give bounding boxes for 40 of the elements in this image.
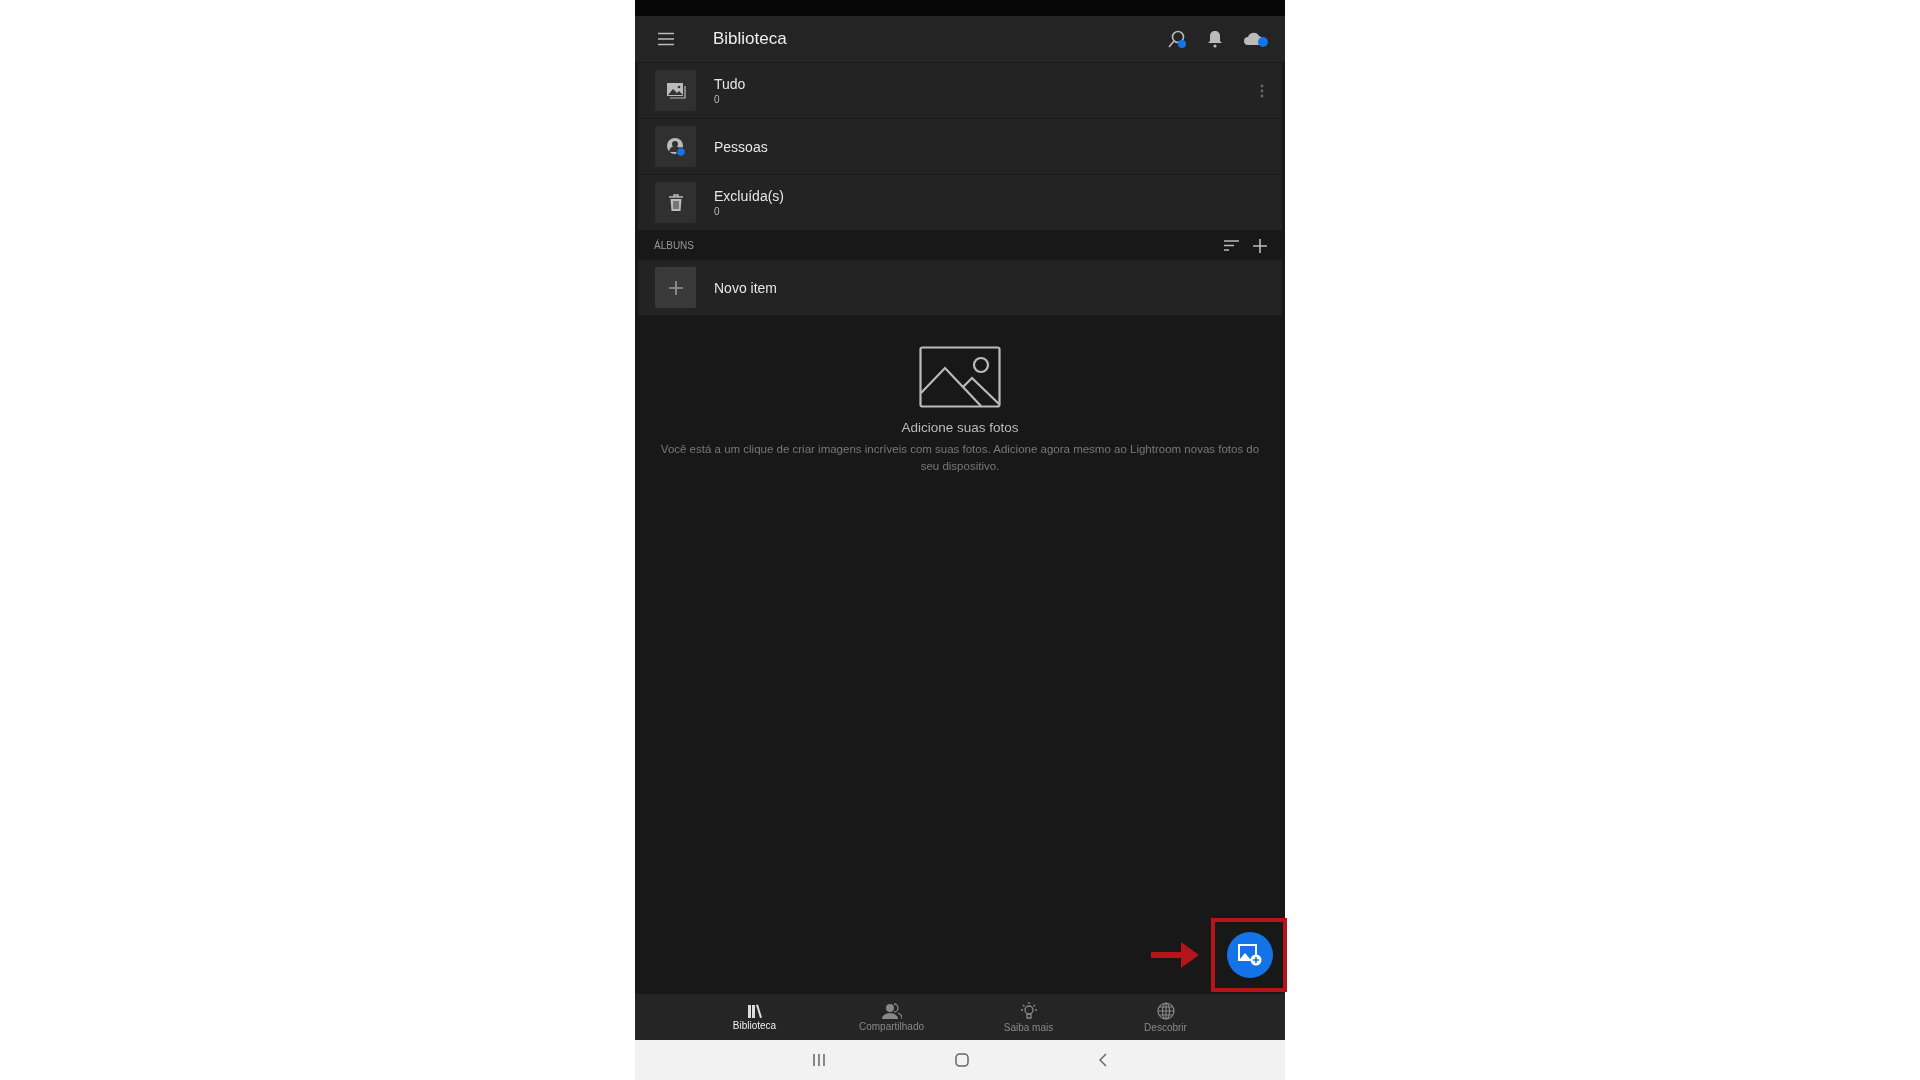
nav-tab[interactable]: Compartilhado (823, 994, 960, 1040)
nav-tab[interactable]: Saiba mais (960, 994, 1097, 1040)
image-placeholder-icon (919, 346, 1001, 408)
back-icon[interactable] (1099, 1053, 1107, 1067)
add-photo-icon (1238, 944, 1262, 966)
item-label: Excluída(s) (714, 188, 785, 204)
library-item[interactable]: Pessoas (638, 119, 1282, 175)
empty-state-title: Adicione suas fotos (901, 420, 1019, 435)
cloud-icon[interactable] (1243, 30, 1269, 48)
people-icon (881, 1002, 902, 1019)
lightbulb-icon (1018, 1001, 1039, 1020)
recent-apps-icon[interactable] (813, 1054, 825, 1066)
more-icon[interactable] (1260, 83, 1264, 98)
books-icon (746, 1003, 763, 1018)
empty-state-text: Você está a um clique de criar imagens incríveis com suas fotos. Adicione agora mesmo ao Lightroom novas fotos do seu dispositivo. (659, 442, 1261, 474)
nav-tab[interactable]: Biblioteca (686, 994, 823, 1040)
library-item[interactable]: Tudo 0 (638, 63, 1282, 119)
add-icon[interactable] (1253, 238, 1267, 253)
image-icon (665, 82, 686, 99)
item-label: Novo item (714, 279, 778, 296)
trash-icon (667, 193, 684, 212)
arrow-annotation (1151, 942, 1199, 968)
item-count: 0 (714, 94, 721, 105)
nav-tab[interactable]: Descobrir (1097, 994, 1234, 1040)
library-item[interactable]: Excluída(s) 0 (638, 175, 1282, 231)
section-heading: ÁLBUNS (654, 240, 694, 251)
search-icon[interactable] (1167, 29, 1187, 49)
home-icon[interactable] (955, 1053, 969, 1067)
item-label: Pessoas (714, 138, 768, 155)
sort-icon[interactable] (1224, 240, 1239, 251)
globe-icon (1156, 1001, 1175, 1020)
person-icon (665, 136, 686, 157)
page-title: Biblioteca (713, 29, 787, 49)
bell-icon[interactable] (1207, 30, 1223, 48)
menu-icon[interactable] (657, 32, 675, 46)
new-album-item[interactable]: Novo item (638, 260, 1282, 316)
item-label: Tudo (714, 76, 746, 92)
add-photos-button[interactable] (1227, 932, 1273, 978)
item-count: 0 (714, 206, 721, 217)
plus-icon (668, 280, 683, 295)
